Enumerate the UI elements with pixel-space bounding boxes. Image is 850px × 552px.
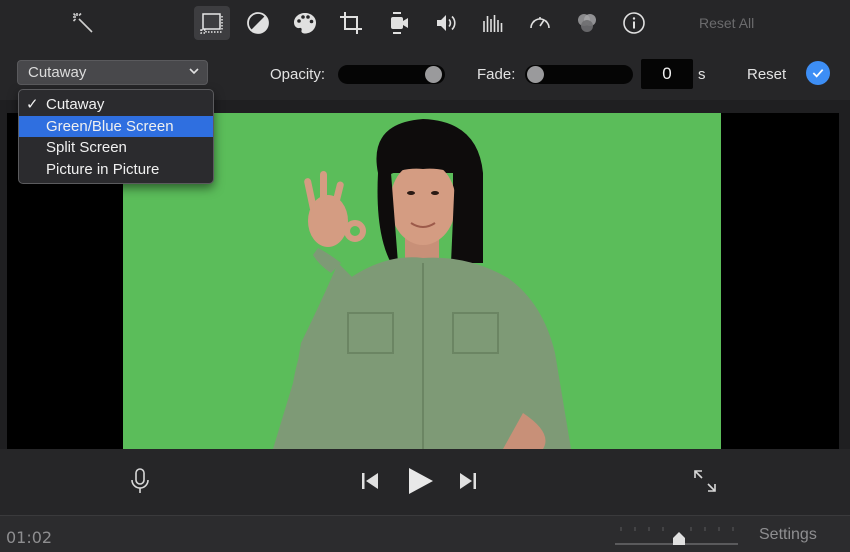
overlay-style-menu: ✓ Cutaway Green/Blue Screen Split Screen… [18,89,214,184]
equalizer-icon[interactable] [475,6,511,40]
reset-button[interactable]: Reset [747,66,786,83]
apply-checkmark-icon[interactable] [806,61,830,85]
menu-item-label: Cutaway [46,96,105,113]
microphone-icon[interactable] [128,467,152,495]
overlay-style-select[interactable]: Cutaway [17,60,208,85]
adjustments-toolbar: Reset All [0,0,850,48]
skip-back-icon[interactable] [359,470,381,492]
menu-item-label: Split Screen [46,139,127,156]
zoom-slider-track [615,527,738,545]
video-overlay-icon[interactable] [194,6,230,40]
color-balance-icon[interactable] [240,6,276,40]
settings-button[interactable]: Settings [759,526,817,544]
volume-icon[interactable] [428,6,464,40]
fade-label: Fade: [477,66,516,83]
menu-item-green-blue-screen[interactable]: Green/Blue Screen [19,115,213,137]
menu-item-label: Green/Blue Screen [46,117,174,135]
opacity-slider[interactable] [338,65,445,84]
opacity-label: Opacity: [270,66,326,83]
checkmark-icon: ✓ [26,96,39,113]
reset-all-button[interactable]: Reset All [699,15,754,31]
menu-item-picture-in-picture[interactable]: Picture in Picture [19,159,213,181]
play-icon[interactable] [405,465,435,497]
timeline-bar: 01:02 Settings [0,515,850,552]
filter-icon[interactable] [569,6,605,40]
menu-item-split-screen[interactable]: Split Screen [19,137,213,159]
magic-wand-icon[interactable] [65,6,101,40]
fade-slider-knob[interactable] [527,66,544,83]
color-palette-icon[interactable] [287,6,323,40]
menu-item-label: Picture in Picture [46,160,160,178]
opacity-slider-knob[interactable] [425,66,442,83]
info-icon[interactable] [616,6,652,40]
playback-controls [0,449,850,515]
chevron-down-icon [189,68,199,75]
fade-slider[interactable] [525,65,633,84]
timeline-zoom-slider[interactable] [613,524,740,550]
skip-forward-icon[interactable] [457,470,479,492]
overlay-style-value: Cutaway [28,64,87,81]
zoom-slider-knob[interactable] [673,532,685,545]
timecode: 01:02 [6,528,53,547]
crop-icon[interactable] [333,6,369,40]
fullscreen-icon[interactable] [693,469,717,493]
stabilization-camera-icon[interactable] [381,6,417,40]
fade-unit-label: s [698,66,706,83]
menu-item-cutaway[interactable]: ✓ Cutaway [19,94,213,116]
fade-duration-field[interactable]: 0 [641,59,693,89]
speed-icon[interactable] [522,6,558,40]
